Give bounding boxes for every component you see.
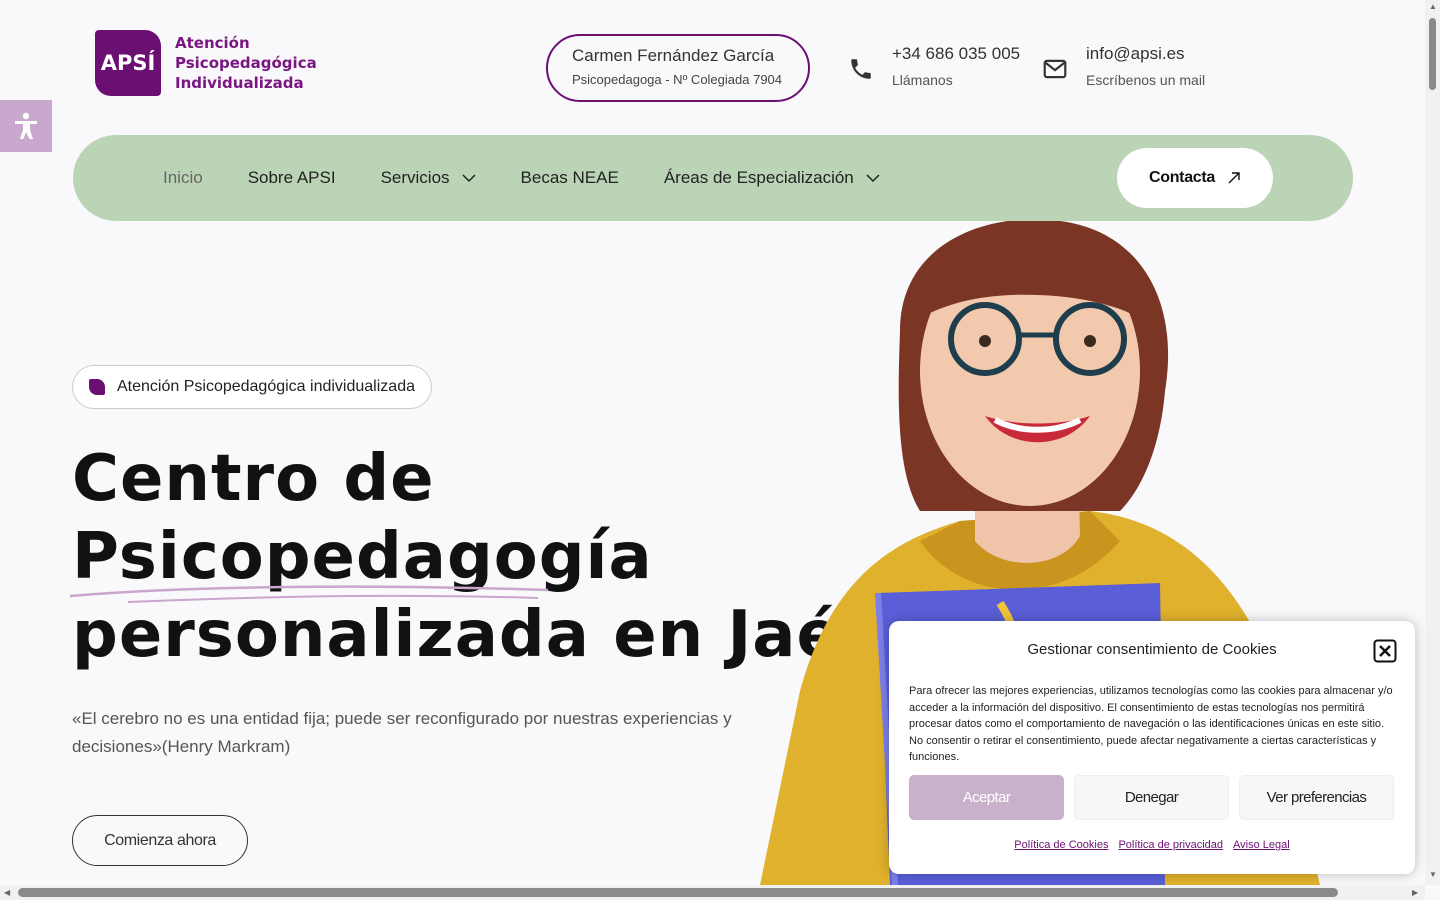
email-caption: Escríbenos un mail — [1086, 72, 1206, 88]
phone-number[interactable]: +34 686 035 005 — [892, 44, 1020, 64]
nav-label: Servicios — [380, 168, 450, 187]
legal-notice-link[interactable]: Aviso Legal — [1233, 839, 1290, 851]
cookie-consent-dialog: Gestionar consentimiento de Cookies Para… — [889, 621, 1415, 874]
horizontal-scroll-thumb[interactable] — [18, 888, 1338, 897]
accept-cookies-button[interactable]: Aceptar — [909, 775, 1064, 820]
start-now-button[interactable]: Comienza ahora — [72, 815, 248, 866]
cookie-dialog-text: Para ofrecer las mejores experiencias, u… — [909, 685, 1393, 763]
scroll-up-icon[interactable]: ▲ — [1429, 2, 1437, 11]
close-icon[interactable] — [1373, 639, 1397, 663]
nav-item-inicio[interactable]: Inicio — [163, 168, 203, 188]
hero-tag-label: Atención Psicopedagógica individualizada — [117, 378, 415, 395]
phone-caption: Llámanos — [892, 72, 953, 88]
logo-line: Psicopedagógica — [175, 54, 317, 72]
scroll-down-icon[interactable]: ▼ — [1429, 870, 1437, 879]
nav-item-becas-neae[interactable]: Becas NEAE — [521, 168, 619, 188]
horizontal-scrollbar[interactable]: ◀ ▶ — [0, 885, 1425, 900]
logo-line: Individualizada — [175, 74, 304, 92]
chevron-down-icon — [462, 174, 476, 183]
nav-label: Sobre APSI — [247, 168, 336, 187]
arrow-up-right-icon — [1228, 172, 1240, 184]
accessibility-icon — [15, 112, 37, 139]
hero-tag: Atención Psicopedagógica individualizada — [72, 365, 432, 409]
professional-badge: Carmen Fernández García Psicopedagoga - … — [546, 34, 810, 102]
phone-contact[interactable]: +34 686 035 005 Llámanos — [848, 44, 1020, 88]
mail-icon — [1043, 59, 1067, 79]
vertical-scrollbar[interactable]: ▲ ▼ — [1425, 0, 1440, 885]
email-contact[interactable]: info@apsi.es Escríbenos un mail — [1042, 44, 1205, 88]
professional-name: Carmen Fernández García — [572, 46, 775, 65]
logo-text: Atención Psicopedagógica Individualizada — [175, 33, 317, 93]
phone-icon — [851, 59, 871, 79]
vertical-scroll-thumb[interactable] — [1429, 18, 1436, 90]
main-nav: Inicio Sobre APSI Servicios Becas NEAE Á… — [73, 135, 1353, 221]
contact-button[interactable]: Contacta — [1117, 148, 1273, 208]
nav-item-servicios[interactable]: Servicios — [381, 168, 476, 188]
nav-label: Becas NEAE — [520, 168, 619, 187]
contact-button-label: Contacta — [1148, 169, 1216, 186]
nav-item-areas[interactable]: Áreas de Especialización — [664, 168, 880, 188]
scroll-left-icon[interactable]: ◀ — [4, 888, 10, 897]
deny-cookies-button[interactable]: Denegar — [1074, 775, 1229, 820]
privacy-policy-link[interactable]: Política de privacidad — [1118, 839, 1223, 851]
chevron-down-icon — [866, 174, 880, 183]
nav-item-sobre-apsi[interactable]: Sobre APSI — [248, 168, 336, 188]
nav-label: Inicio — [163, 168, 203, 187]
professional-role: Psicopedagoga - Nº Colegiada 7904 — [572, 72, 783, 87]
logo-line: Atención — [175, 34, 250, 52]
nav-label: Áreas de Especialización — [663, 168, 854, 187]
logo-mark: APSÍ — [95, 30, 161, 96]
accessibility-button[interactable] — [0, 100, 52, 152]
email-address[interactable]: info@apsi.es — [1086, 44, 1205, 64]
cookie-dialog-title: Gestionar consentimiento de Cookies — [1027, 641, 1277, 658]
squiggle-underline — [69, 585, 549, 603]
logo[interactable]: APSÍ Atención Psicopedagógica Individual… — [95, 30, 317, 96]
leaf-icon — [89, 379, 105, 395]
scroll-right-icon[interactable]: ▶ — [1412, 888, 1418, 897]
hero-quote: «El cerebro no es una entidad fija; pued… — [72, 709, 732, 756]
cookie-policy-link[interactable]: Política de Cookies — [1014, 839, 1108, 851]
view-preferences-button[interactable]: Ver preferencias — [1239, 775, 1394, 820]
